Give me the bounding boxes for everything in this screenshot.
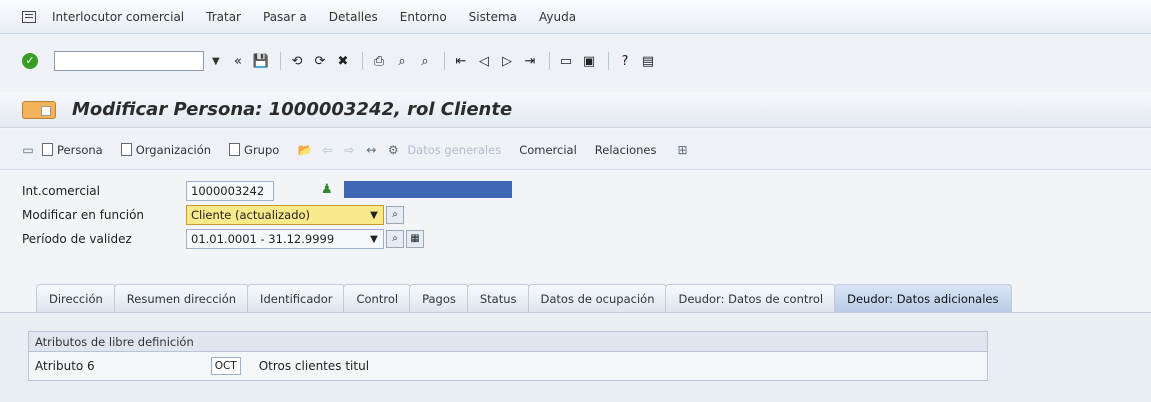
back-icon[interactable]: ⟲ [287,51,307,71]
transaction-icon [22,100,56,119]
next-page-icon[interactable]: ▷ [497,51,517,71]
menu-pasar-a[interactable]: Pasar a [263,10,307,24]
prev-page-icon[interactable]: ◁ [474,51,494,71]
grupo-button-label: Grupo [244,142,280,157]
prev-record-icon[interactable]: ⇦ [319,143,335,157]
menu-sistema[interactable]: Sistema [469,10,517,24]
tab-identificador[interactable]: Identificador [247,284,346,312]
tab-datos-de-ocupacion[interactable]: Datos de ocupación [527,284,668,312]
periodo-value: 01.01.0001 - 31.12.9999 [191,232,335,246]
standard-toolbar: ✓ ▼ « 💾 ⟲ ⟳ ✖ ⎙ ⌕ ⌕ ⇤ ◁ ▷ ⇥ ▭ ▣ ? ▤ [0,34,1151,88]
menu-bar: Interlocutor comercial Tratar Pasar a De… [0,0,1151,34]
atributo-6-description: Otros clientes titul [258,359,370,373]
command-dropdown-icon[interactable]: ▼ [212,56,228,67]
menu-entorno[interactable]: Entorno [400,10,447,24]
print-icon[interactable]: ⎙ [369,51,389,71]
menu-tratar[interactable]: Tratar [206,10,241,24]
grupo-button[interactable]: Grupo [229,143,279,157]
modificar-row: Modificar en función Cliente (actualizad… [22,204,404,226]
toolbar-separator [608,52,609,70]
application-toolbar: ▭ Persona Organización Grupo 📂 ⇦ ⇨ ↔ ⚙ D… [0,130,1151,170]
atributo-6-field[interactable]: OCT [210,357,241,375]
toggle-locator-icon[interactable]: ▭ [20,143,36,157]
shortcut-icon[interactable]: ▣ [579,51,599,71]
command-field[interactable] [54,51,204,71]
new-session-icon[interactable]: ▭ [556,51,576,71]
header-form: Int.comercial 1000003242 Modificar en fu… [22,180,722,260]
back-nav-icon[interactable]: « [228,51,248,71]
tab-deudor-datos-adicionales[interactable]: Deudor: Datos adicionales [834,284,1012,312]
toolbar-separator [280,52,281,70]
chevron-down-icon[interactable]: ▼ [365,234,383,245]
help-icon[interactable]: ? [615,51,635,71]
modificar-value: Cliente (actualizado) [191,208,311,222]
persona-button[interactable]: Persona [42,143,103,157]
search-icon[interactable]: ⌕ [386,230,404,248]
menu-ayuda[interactable]: Ayuda [539,10,576,24]
document-icon [229,143,241,156]
title-bar: Modificar Persona: 1000003242, rol Clien… [0,92,1151,128]
tab-deudor-datos-de-control[interactable]: Deudor: Datos de control [665,284,837,312]
page-title: Modificar Persona: 1000003242, rol Clien… [72,99,513,120]
organizacion-button[interactable]: Organización [120,142,212,157]
menu-icon[interactable] [22,10,36,23]
int-comercial-field[interactable]: 1000003242 [186,181,274,201]
save-icon[interactable]: 💾 [251,51,271,71]
tab-panel: Atributos de libre definición Atributo 6… [0,312,1151,402]
tools-icon[interactable]: ⚙ [385,143,401,157]
enter-icon[interactable]: ✓ [22,53,38,69]
persona-button-label: Persona [57,142,103,157]
tab-status[interactable]: Status [466,284,530,312]
atributos-group: Atributos de libre definición Atributo 6… [28,331,988,381]
modificar-label: Modificar en función [22,208,145,222]
periodo-select[interactable]: 01.01.0001 - 31.12.9999 ▼ [186,229,384,249]
customize-layout-icon[interactable]: ▤ [638,51,658,71]
tab-pagos[interactable]: Pagos [409,284,469,312]
calendar-icon[interactable]: ▦ [406,230,424,248]
cancel-icon[interactable]: ✖ [333,51,353,71]
periodo-label: Período de validez [22,232,132,246]
tab-direccion[interactable]: Dirección [36,284,116,312]
chevron-down-icon[interactable]: ▼ [365,210,383,221]
switch-icon[interactable]: ↔ [363,143,379,157]
next-record-icon[interactable]: ⇨ [341,143,357,157]
tab-strip: Dirección Resumen dirección Identificado… [0,282,1151,312]
document-icon [42,143,53,156]
menu-detalles[interactable]: Detalles [329,10,378,24]
exit-icon[interactable]: ⟳ [310,51,330,71]
toolbar-separator [444,52,445,70]
datos-generales-button[interactable]: Datos generales [407,143,501,157]
atributo-6-label: Atributo 6 [35,359,95,373]
toolbar-separator [362,52,363,70]
periodo-row: Período de validez 01.01.0001 - 31.12.99… [22,228,424,250]
toolbar-separator [549,52,550,70]
comercial-button[interactable]: Comercial [519,143,577,157]
int-comercial-row: Int.comercial 1000003242 [22,180,274,202]
atributo-6-row: Atributo 6 OCT Otros clientes titul [29,352,987,380]
relaciones-button[interactable]: Relaciones [595,143,657,157]
hierarchy-icon[interactable]: ⊞ [674,143,690,157]
organizacion-button-label: Organización [135,142,212,157]
tab-control[interactable]: Control [343,284,412,312]
search-icon[interactable]: ⌕ [386,206,404,224]
group-title: Atributos de libre definición [29,332,987,352]
open-folder-icon[interactable]: 📂 [297,143,313,157]
last-page-icon[interactable]: ⇥ [520,51,540,71]
int-comercial-label: Int.comercial [22,184,100,198]
find-icon[interactable]: ⌕ [392,51,412,71]
modificar-select[interactable]: Cliente (actualizado) ▼ [186,205,384,225]
first-page-icon[interactable]: ⇤ [451,51,471,71]
find-next-icon[interactable]: ⌕ [415,51,435,71]
document-icon [120,143,132,156]
menu-interlocutor-comercial[interactable]: Interlocutor comercial [52,10,184,24]
tab-resumen-direccion[interactable]: Resumen dirección [113,284,250,312]
